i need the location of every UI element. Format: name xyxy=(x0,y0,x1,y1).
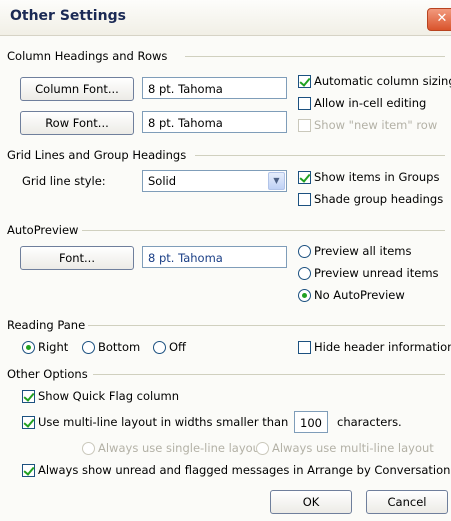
reading-pane-off-label: Off xyxy=(169,340,186,354)
section-label-grid-lines: Grid Lines and Group Headings xyxy=(7,148,187,162)
multiline-checkbox[interactable] xyxy=(22,416,35,429)
reading-pane-bottom-label: Bottom xyxy=(98,340,141,354)
multiline-label: Use multi-line layout in widths smaller … xyxy=(38,415,289,429)
row-font-button[interactable]: Row Font... xyxy=(20,111,134,135)
ok-button[interactable]: OK xyxy=(270,490,352,514)
column-font-value: 8 pt. Tahoma xyxy=(142,77,287,99)
reading-pane-off-radio[interactable] xyxy=(153,341,166,354)
section-label-autopreview: AutoPreview xyxy=(7,223,79,237)
dialog-title: Other Settings xyxy=(10,8,126,24)
section-divider xyxy=(88,325,445,326)
new-item-row-checkbox xyxy=(298,119,311,132)
quick-flag-label: Show Quick Flag column xyxy=(38,389,180,403)
auto-column-sizing-checkbox[interactable] xyxy=(298,75,311,88)
show-in-groups-checkbox[interactable] xyxy=(298,171,311,184)
close-button[interactable]: ✕ xyxy=(427,8,451,31)
in-cell-editing-checkbox[interactable] xyxy=(298,97,311,110)
close-icon: ✕ xyxy=(436,11,448,26)
quick-flag-checkbox[interactable] xyxy=(22,390,35,403)
grid-line-style-select[interactable]: Solid ▼ xyxy=(142,170,287,192)
autopreview-font-value: 8 pt. Tahoma xyxy=(142,246,287,268)
section-divider xyxy=(82,230,445,231)
always-multi-line-radio xyxy=(256,442,269,455)
in-cell-editing-label: Allow in-cell editing xyxy=(314,96,427,110)
preview-all-radio[interactable] xyxy=(298,245,311,258)
reading-pane-right-label: Right xyxy=(38,340,69,354)
reading-pane-bottom-radio[interactable] xyxy=(82,341,95,354)
always-single-line-label: Always use single-line layout xyxy=(98,441,265,455)
section-divider xyxy=(185,56,445,57)
preview-all-label: Preview all items xyxy=(314,244,412,258)
autopreview-font-button[interactable]: Font... xyxy=(20,246,134,270)
hide-header-label: Hide header information xyxy=(314,340,451,354)
cancel-button[interactable]: Cancel xyxy=(366,490,448,514)
section-label-other-options: Other Options xyxy=(7,367,88,381)
preview-unread-label: Preview unread items xyxy=(314,266,439,280)
auto-column-sizing-label: Automatic column sizing xyxy=(314,74,451,88)
section-divider xyxy=(195,155,445,156)
hide-header-checkbox[interactable] xyxy=(298,341,311,354)
show-in-groups-label: Show items in Groups xyxy=(314,170,440,184)
shade-group-headings-label: Shade group headings xyxy=(314,192,444,206)
row-font-value: 8 pt. Tahoma xyxy=(142,111,287,133)
section-divider xyxy=(93,374,445,375)
new-item-row-label: Show "new item" row xyxy=(314,118,438,132)
shade-group-headings-checkbox[interactable] xyxy=(298,193,311,206)
always-single-line-radio xyxy=(82,442,95,455)
chevron-down-icon[interactable]: ▼ xyxy=(268,172,285,190)
column-font-button[interactable]: Column Font... xyxy=(20,77,134,101)
always-multi-line-label: Always use multi-line layout xyxy=(272,441,434,455)
grid-line-style-label: Grid line style: xyxy=(22,174,106,188)
preview-unread-radio[interactable] xyxy=(298,267,311,280)
reading-pane-right-radio[interactable] xyxy=(22,341,35,354)
multiline-width-input[interactable]: 100 xyxy=(294,411,328,433)
always-show-unread-checkbox[interactable] xyxy=(22,464,35,477)
section-label-reading-pane: Reading Pane xyxy=(7,318,86,332)
always-show-unread-label: Always show unread and flagged messages … xyxy=(38,463,451,477)
section-label-column-headings: Column Headings and Rows xyxy=(7,49,168,63)
grid-line-style-value: Solid xyxy=(148,174,177,188)
no-autopreview-radio[interactable] xyxy=(298,289,311,302)
multiline-chars-label: characters. xyxy=(337,415,402,429)
no-autopreview-label: No AutoPreview xyxy=(314,288,405,302)
